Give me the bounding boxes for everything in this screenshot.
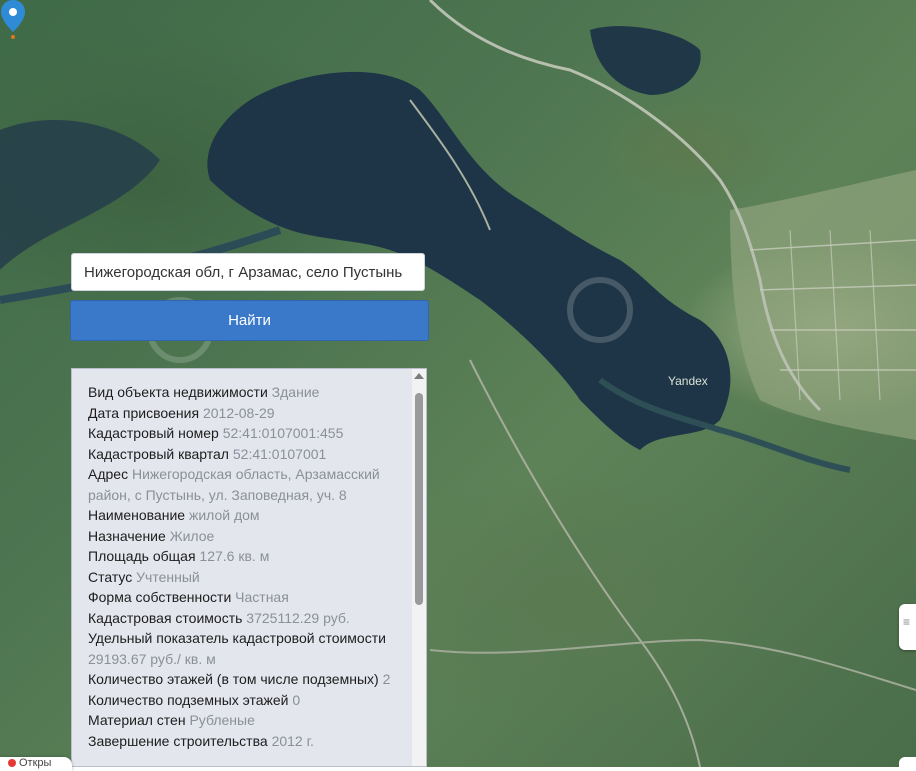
drag-handle-icon: ≡ [903, 615, 911, 629]
info-label: Кадастровый номер [88, 425, 219, 441]
info-row-object-type: Вид объекта недвижимости Здание [88, 382, 398, 403]
info-label: Наименование [88, 507, 186, 523]
info-label: Форма собственности [88, 589, 232, 605]
info-value: Частная [235, 589, 289, 605]
info-value: Рубленые [189, 712, 255, 728]
panel-scrollbar[interactable] [412, 369, 426, 766]
info-value: Здание [271, 384, 320, 400]
info-label: Количество этажей (в том числе подземных… [88, 671, 379, 687]
info-label: Площадь общая [88, 548, 196, 564]
info-label: Кадастровая стоимость [88, 609, 243, 626]
info-label: Завершение строительства [88, 732, 268, 749]
info-row-ownership: Форма собственности Частная [88, 587, 398, 608]
scroll-thumb[interactable] [415, 393, 423, 605]
info-label: Статус [88, 568, 133, 585]
map-marker-icon [8, 759, 16, 768]
village-area [730, 170, 916, 440]
info-value: 3725112.29 руб. [246, 609, 350, 626]
info-row-address: Адрес Нижегородская область, Арзамасский… [88, 464, 398, 505]
info-label: Дата присвоения [88, 404, 200, 421]
find-button-label: Найти [228, 312, 271, 329]
info-value: 52:41:0107001:455 [222, 425, 344, 441]
info-value: 127.6 кв. м [199, 548, 270, 564]
info-label: Количество подземных этажей [88, 691, 289, 708]
info-row-assignment-date: Дата присвоения 2012-08-29 [88, 403, 398, 424]
map-watermark: Yandex [668, 374, 708, 388]
map-side-control[interactable]: ≡ [899, 604, 916, 650]
info-row-wall-material: Материал стен Рубленые [88, 710, 398, 731]
info-row-specific-value: Удельный показатель кадастровой стоимост… [88, 628, 398, 669]
info-value: жилой дом [188, 507, 260, 523]
info-row-underground-floors: Количество подземных этажей 0 [88, 690, 398, 711]
info-value: 2 [382, 671, 391, 687]
info-value: Нижегородская область, Арзамасский район… [88, 466, 380, 503]
info-value: Жилое [169, 527, 215, 544]
property-info-list: Вид объекта недвижимости Здание Дата при… [72, 369, 426, 751]
info-row-name: Наименование жилой дом [88, 505, 398, 526]
property-info-panel[interactable]: Вид объекта недвижимости Здание Дата при… [71, 368, 427, 767]
info-row-cadastral-value: Кадастровая стоимость 3725112.29 руб. [88, 608, 398, 629]
info-row-area: Площадь общая 127.6 кв. м [88, 546, 398, 567]
open-in-maps-label: Откры [19, 757, 52, 769]
info-label: Назначение [88, 527, 166, 544]
info-row-floors: Количество этажей (в том числе подземных… [88, 669, 398, 690]
map-corner-control[interactable] [899, 757, 916, 767]
lake [0, 120, 160, 270]
find-button[interactable]: Найти [70, 300, 429, 341]
info-value: 2012-08-29 [202, 404, 275, 421]
info-value: Учтенный [136, 568, 200, 585]
info-value: 52:41:0107001 [232, 445, 327, 462]
info-label: Материал стен [88, 712, 186, 728]
info-value: 29193.67 руб./ кв. м [88, 650, 216, 667]
info-row-cadastral-block: Кадастровый квартал 52:41:0107001 [88, 444, 398, 465]
info-label: Кадастровый квартал [88, 445, 229, 462]
info-row-cadastral-number: Кадастровый номер 52:41:0107001:455 [88, 423, 398, 444]
info-value: 0 [292, 691, 301, 708]
info-row-status: Статус Учтенный [88, 567, 398, 588]
location-pin-icon[interactable] [0, 0, 26, 40]
road [429, 638, 916, 691]
scroll-up-arrow-icon[interactable] [414, 373, 424, 379]
info-row-construction-completion: Завершение строительства 2012 г. [88, 731, 398, 752]
info-row-purpose: Назначение Жилое [88, 526, 398, 547]
info-label: Адрес [88, 466, 129, 482]
info-label: Вид объекта недвижимости [88, 384, 268, 400]
info-label: Удельный показатель кадастровой стоимост… [88, 630, 386, 646]
lake [590, 26, 701, 96]
address-search-input[interactable] [71, 253, 425, 291]
open-in-maps-link[interactable]: Откры [0, 757, 72, 771]
info-value: 2012 г. [271, 732, 314, 749]
